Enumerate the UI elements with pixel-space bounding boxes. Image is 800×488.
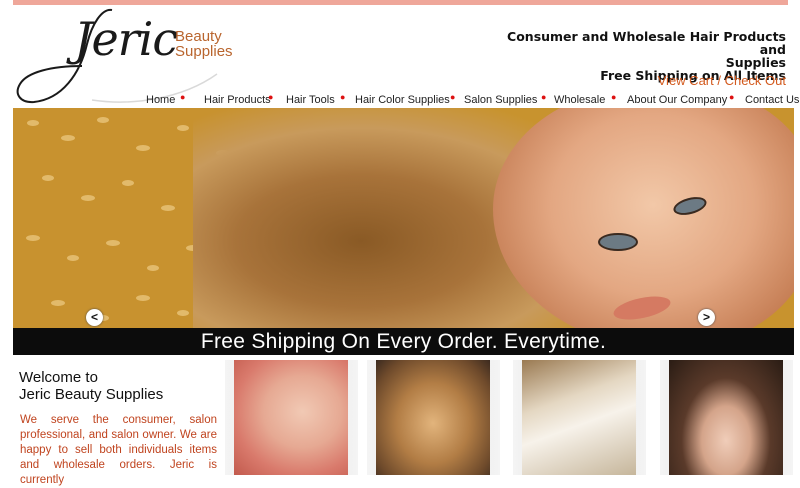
hero-slideshow [13,108,794,330]
thumbnail-hair-color-brush[interactable] [522,360,636,475]
view-cart-link[interactable]: View Cart / Check Out [658,73,786,88]
thumbnail-updo-style[interactable] [669,360,783,475]
welcome-heading-line-1: Welcome to [19,369,98,386]
welcome-body: We serve the consumer, salon professiona… [20,414,217,486]
nav-item-hair-tools[interactable]: Hair Tools [286,94,335,106]
thumbnail-hair-styling[interactable] [376,360,490,475]
thumbnail-makeup[interactable] [234,360,348,475]
hero-eye [598,233,638,251]
nav-item-hair-products[interactable]: Hair Products [204,94,271,106]
slideshow-prev-button[interactable]: < [86,309,103,326]
nav-separator-dot: ● [611,92,617,102]
free-shipping-banner: Free Shipping On Every Order. Everytime. [13,328,794,355]
slideshow-next-button[interactable]: > [698,309,715,326]
logo[interactable]: Jeric Beauty Supplies [12,4,233,104]
logo-subtitle-supplies: Supplies [175,43,233,60]
nav-item-wholesale[interactable]: Wholesale [554,94,605,106]
logo-wordmark: Jeric [74,12,178,66]
nav-separator-dot: ● [729,92,735,102]
nav-item-hair-color-supplies[interactable]: Hair Color Supplies [355,94,450,106]
tagline-line-1: Consumer and Wholesale Hair Products and [507,29,786,57]
nav-separator-dot: ● [180,92,186,102]
nav-item-about[interactable]: About Our Company [627,94,727,106]
nav-separator-dot: ● [541,92,547,102]
welcome-heading-line-2: Jeric Beauty Supplies [19,386,164,403]
logo-subtitle: Beauty Supplies [175,29,233,59]
main-nav: Home ● Hair Products ● Hair Tools ● Hair… [145,92,799,108]
nav-item-home[interactable]: Home [146,94,175,106]
welcome-heading: Welcome to Jeric Beauty Supplies [19,369,163,403]
nav-item-contact[interactable]: Contact Us [745,94,799,106]
nav-separator-dot: ● [450,92,456,102]
nav-separator-dot: ● [340,92,346,102]
nav-separator-dot: ● [268,92,274,102]
nav-item-salon-supplies[interactable]: Salon Supplies [464,94,537,106]
logo-subtitle-beauty: Beauty [175,28,222,45]
